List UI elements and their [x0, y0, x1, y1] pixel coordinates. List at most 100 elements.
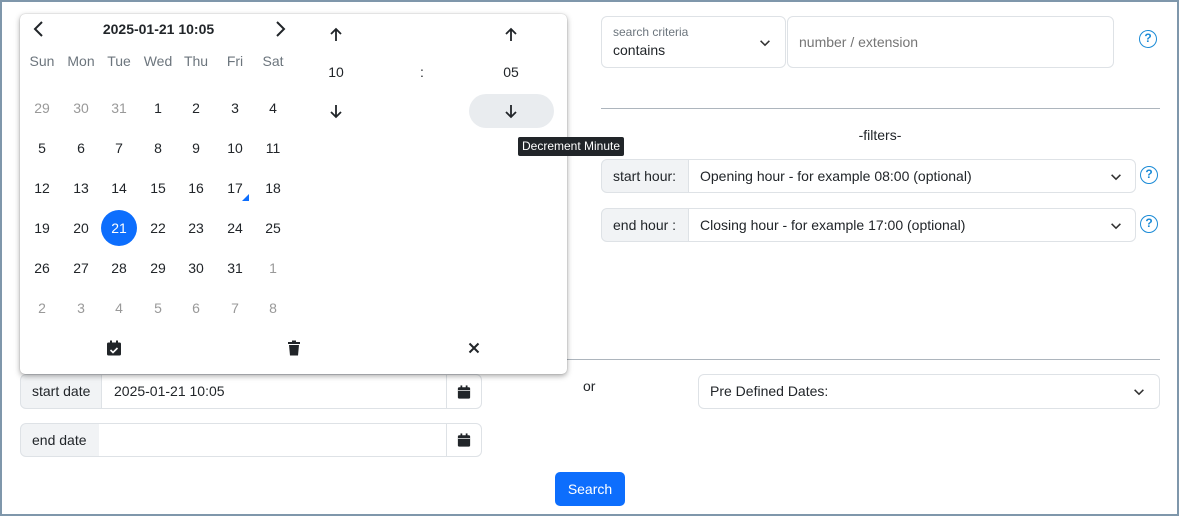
calendar-day[interactable]: 12	[24, 170, 60, 206]
start-hour-placeholder: Opening hour - for example 08:00 (option…	[700, 168, 972, 184]
arrow-up-icon	[330, 27, 342, 41]
calendar-icon	[457, 433, 471, 447]
calendar-day[interactable]: 26	[24, 250, 60, 286]
today-button[interactable]	[106, 340, 122, 356]
start-date-calendar-button[interactable]	[446, 374, 482, 409]
calendar-day[interactable]: 31	[217, 250, 253, 286]
number-extension-input[interactable]	[787, 16, 1114, 68]
search-criteria-select[interactable]: search criteria contains	[601, 16, 786, 68]
increment-hour-button[interactable]	[326, 25, 346, 45]
start-hour-help-icon[interactable]: ?	[1140, 166, 1158, 184]
next-month-button[interactable]	[270, 19, 290, 39]
divider	[567, 359, 1160, 360]
chevron-down-icon	[758, 36, 772, 50]
chevron-down-icon	[1109, 170, 1123, 184]
arrow-down-icon	[330, 105, 342, 119]
calendar-day[interactable]: 21	[101, 210, 137, 246]
weekday-header: Mon	[67, 53, 95, 69]
start-date-label: start date	[20, 374, 102, 409]
calendar-day[interactable]: 14	[101, 170, 137, 206]
end-date-input[interactable]	[99, 423, 447, 457]
calendar-day[interactable]: 15	[140, 170, 176, 206]
search-button[interactable]: Search	[555, 472, 625, 506]
weekday-header: Wed	[143, 53, 173, 69]
calendar-day[interactable]: 7	[101, 130, 137, 166]
calendar-day[interactable]: 30	[63, 90, 99, 126]
weekday-header: Thu	[183, 53, 209, 69]
calendar-day[interactable]: 31	[101, 90, 137, 126]
calendar-day[interactable]: 29	[24, 90, 60, 126]
calendar-check-icon	[107, 340, 121, 356]
decrement-minute-button[interactable]	[469, 94, 554, 128]
time-separator: :	[420, 64, 424, 80]
weekday-header: Fri	[226, 53, 244, 69]
calendar-day[interactable]: 8	[255, 290, 291, 326]
end-hour-help-icon[interactable]: ?	[1140, 215, 1158, 233]
increment-minute-button[interactable]	[501, 25, 521, 45]
calendar-day[interactable]: 1	[255, 250, 291, 286]
calendar-day[interactable]: 16	[178, 170, 214, 206]
search-criteria-label: search criteria	[613, 25, 689, 39]
datetime-picker-popup: 2025-01-21 10:05 Sun Mon Tue Wed Thu Fri Sat 2…	[20, 14, 567, 374]
calendar-day[interactable]: 17	[217, 170, 253, 206]
divider	[601, 108, 1160, 109]
chevron-down-icon	[1132, 385, 1146, 399]
calendar-day[interactable]: 18	[255, 170, 291, 206]
previous-month-button[interactable]	[29, 19, 49, 39]
trash-icon	[288, 340, 300, 356]
chevron-left-icon	[33, 21, 43, 37]
close-button[interactable]	[466, 340, 482, 356]
end-date-label: end date	[20, 423, 100, 457]
end-hour-placeholder: Closing hour - for example 17:00 (option…	[700, 217, 966, 233]
calendar-day[interactable]: 29	[140, 250, 176, 286]
end-hour-select[interactable]: Closing hour - for example 17:00 (option…	[688, 208, 1136, 242]
filters-heading: -filters-	[858, 127, 902, 143]
search-criteria-value: contains	[613, 42, 666, 58]
calendar-day[interactable]: 25	[255, 210, 291, 246]
calendar-day[interactable]: 2	[178, 90, 214, 126]
calendar-day[interactable]: 6	[63, 130, 99, 166]
calendar-day[interactable]: 10	[217, 130, 253, 166]
close-icon	[468, 342, 480, 354]
calendar-day[interactable]: 23	[178, 210, 214, 246]
calendar-day[interactable]: 28	[101, 250, 137, 286]
hour-value[interactable]: 10	[321, 64, 351, 80]
picker-title[interactable]: 2025-01-21 10:05	[80, 21, 237, 37]
calendar-day[interactable]: 8	[140, 130, 176, 166]
calendar-day[interactable]: 22	[140, 210, 176, 246]
predefined-dates-select[interactable]: Pre Defined Dates:	[698, 374, 1160, 409]
or-label: or	[583, 378, 596, 394]
calendar-day[interactable]: 5	[24, 130, 60, 166]
calendar-day[interactable]: 4	[101, 290, 137, 326]
start-hour-select[interactable]: Opening hour - for example 08:00 (option…	[688, 159, 1136, 193]
calendar-day[interactable]: 20	[63, 210, 99, 246]
search-help-icon[interactable]: ?	[1139, 30, 1157, 48]
calendar-day[interactable]: 30	[178, 250, 214, 286]
calendar-day[interactable]: 27	[63, 250, 99, 286]
calendar-day[interactable]: 11	[255, 130, 291, 166]
arrow-up-icon	[505, 27, 517, 41]
calendar-day[interactable]: 13	[63, 170, 99, 206]
calendar-day[interactable]: 7	[217, 290, 253, 326]
calendar-day[interactable]: 2	[24, 290, 60, 326]
start-date-input[interactable]: 2025-01-21 10:05	[102, 374, 447, 409]
calendar-day[interactable]: 19	[24, 210, 60, 246]
chevron-right-icon	[276, 21, 286, 37]
calendar-day[interactable]: 4	[255, 90, 291, 126]
weekday-header: Sat	[262, 53, 284, 69]
clear-button[interactable]	[286, 340, 302, 356]
calendar-day[interactable]: 3	[63, 290, 99, 326]
calendar-day[interactable]: 5	[140, 290, 176, 326]
calendar-day[interactable]: 3	[217, 90, 253, 126]
weekday-header: Sun	[29, 53, 55, 69]
minute-value[interactable]: 05	[496, 64, 526, 80]
calendar-day[interactable]: 24	[217, 210, 253, 246]
decrement-hour-button[interactable]	[326, 101, 346, 121]
calendar-day[interactable]: 1	[140, 90, 176, 126]
calendar-day[interactable]: 6	[178, 290, 214, 326]
calendar-icon	[457, 384, 471, 399]
calendar-day[interactable]: 9	[178, 130, 214, 166]
end-hour-label: end hour :	[601, 208, 689, 242]
arrow-down-icon	[505, 105, 517, 119]
end-date-calendar-button[interactable]	[446, 423, 482, 457]
